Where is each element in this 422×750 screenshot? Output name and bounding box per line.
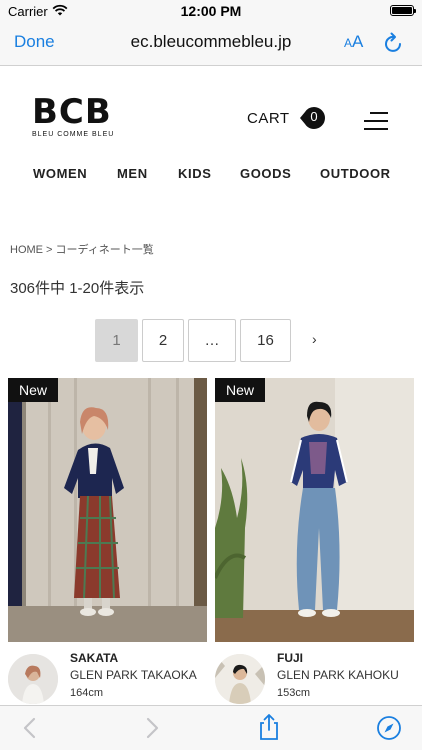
reload-icon[interactable]	[383, 31, 405, 60]
back-icon[interactable]	[22, 716, 38, 745]
hamburger-menu-icon[interactable]	[364, 112, 388, 130]
browser-top-bar: Done ec.bleucommebleu.jp AA	[0, 22, 422, 66]
page-ellipsis: …	[188, 319, 236, 362]
category-women[interactable]: WOMEN	[33, 166, 87, 181]
staff-info: SAKATA GLEN PARK TAKAOKA 164cm	[8, 642, 207, 712]
staff-height: 164cm	[70, 687, 104, 699]
staff-avatar	[215, 654, 265, 704]
logo-wordmark: BCB	[32, 92, 112, 132]
text-size-small-glyph: A	[344, 36, 353, 50]
new-badge: New	[215, 378, 265, 402]
staff-height: 153cm	[277, 687, 311, 699]
category-kids[interactable]: KIDS	[178, 166, 211, 181]
category-nav: WOMEN MEN KIDS GOODS OUTDOOR	[0, 166, 422, 186]
forward-icon[interactable]	[144, 716, 160, 745]
cart-link[interactable]: CART	[247, 110, 290, 127]
page-button-2[interactable]: 2	[142, 319, 184, 362]
status-bar: Carrier 12:00 PM	[0, 0, 422, 22]
browser-bottom-bar	[0, 705, 422, 750]
coordinate-photo[interactable]: New	[8, 378, 207, 642]
status-time: 12:00 PM	[180, 3, 242, 19]
next-page-icon[interactable]: ›	[312, 331, 317, 347]
site-logo[interactable]: BCB BLEU COMME BLEU	[32, 95, 114, 138]
text-size-button[interactable]: AA	[344, 32, 363, 52]
category-men[interactable]: MEN	[117, 166, 148, 181]
share-icon[interactable]	[258, 713, 280, 746]
staff-name: SAKATA	[70, 651, 119, 665]
compass-icon[interactable]	[376, 715, 402, 746]
coordinate-card[interactable]: New FUJI GLEN PARK KAHOKU 153cm	[215, 378, 414, 712]
pagination: 1 2 … 16 ›	[0, 319, 422, 363]
category-outdoor[interactable]: OUTDOOR	[320, 166, 391, 181]
staff-info: FUJI GLEN PARK KAHOKU 153cm	[215, 642, 414, 712]
text-size-big-glyph: A	[352, 32, 364, 51]
page-button-16[interactable]: 16	[240, 319, 291, 362]
category-goods[interactable]: GOODS	[240, 166, 291, 181]
page-button-1[interactable]: 1	[95, 319, 138, 362]
logo-subtitle: BLEU COMME BLEU	[32, 131, 115, 138]
result-count: 306件中 1-20件表示	[10, 280, 145, 297]
staff-store: GLEN PARK TAKAOKA	[70, 668, 197, 682]
staff-store: GLEN PARK KAHOKU	[277, 668, 399, 682]
battery-icon	[390, 5, 416, 16]
coordinate-photo[interactable]: New	[215, 378, 414, 642]
cart-count: 0	[310, 109, 318, 124]
coordinate-card[interactable]: New SAKATA GLEN PARK TAKAOKA 164cm	[8, 378, 207, 712]
staff-name: FUJI	[277, 651, 304, 665]
staff-avatar	[8, 654, 58, 704]
breadcrumb[interactable]: HOME > コーディネート一覧	[10, 241, 154, 257]
new-badge: New	[8, 378, 58, 402]
